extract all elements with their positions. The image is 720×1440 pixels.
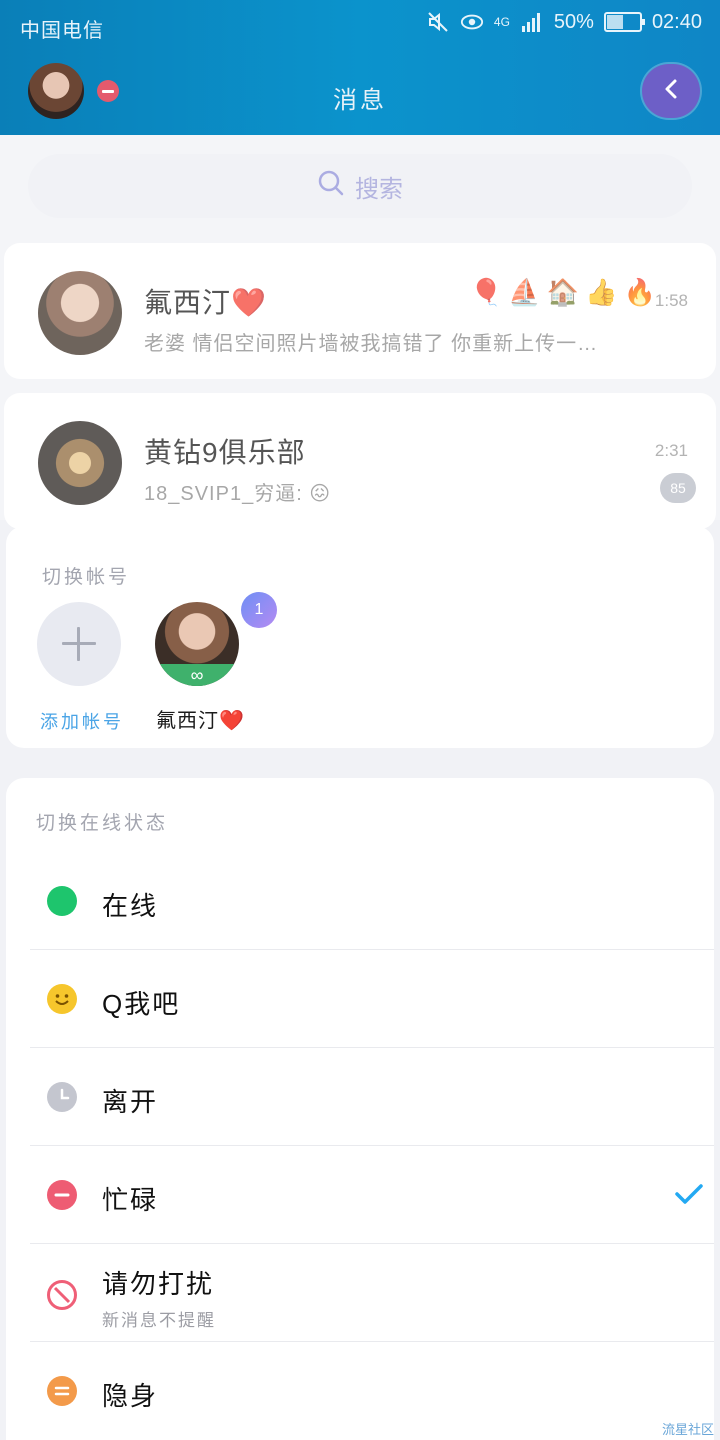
- status-option-label: 忙碌: [102, 1185, 159, 1215]
- account-name[interactable]: 氟西汀❤️: [156, 704, 245, 733]
- status-option-away[interactable]: 离开: [30, 1048, 714, 1146]
- battery-icon: [603, 12, 645, 32]
- clock-time: 02:40: [651, 10, 702, 33]
- infinity-icon: ∞: [155, 664, 239, 686]
- status-option-sublabel: 新消息不提醒: [102, 1311, 216, 1330]
- invisible-icon: [47, 1376, 77, 1406]
- page-title: 消息: [333, 87, 387, 114]
- battery-percent: 50%: [553, 10, 594, 33]
- online-status-panel: 切换在线状态 在线 Q我吧 离开 忙碌 请勿打扰 新消息不提醒 隐身: [6, 778, 714, 1440]
- checkmark-icon: [674, 1182, 704, 1206]
- chevron-left-icon: [661, 77, 681, 106]
- watermark: 流星社区: [661, 1422, 714, 1437]
- status-option-online[interactable]: 在线: [30, 852, 714, 950]
- online-status-title: 切换在线状态: [36, 813, 169, 834]
- switch-account-panel: 切换帐号 添加帐号 ∞ 1 氟西汀❤️: [6, 526, 714, 748]
- busy-minus-icon: [47, 1180, 77, 1210]
- back-button[interactable]: [642, 64, 700, 118]
- signal-icon: [520, 10, 544, 34]
- battery-level-fill: [606, 15, 623, 29]
- status-option-do-not-disturb[interactable]: 请勿打扰 新消息不提醒: [30, 1244, 714, 1342]
- eye-icon: [460, 10, 484, 34]
- status-option-q-me[interactable]: Q我吧: [30, 950, 714, 1048]
- switch-account-title: 切换帐号: [42, 567, 131, 588]
- clock-icon: [47, 1082, 77, 1112]
- account-avatar[interactable]: ∞: [155, 602, 239, 686]
- status-option-label: 隐身: [102, 1381, 159, 1411]
- status-option-label: Q我吧: [102, 989, 181, 1019]
- app-header: 中国电信 4G 50% 02:40 消息: [0, 0, 720, 135]
- status-option-label: 在线: [102, 891, 159, 921]
- online-dot-icon: [47, 886, 77, 916]
- do-not-disturb-icon: [47, 1280, 77, 1310]
- status-option-label: 离开: [102, 1087, 159, 1117]
- carrier-label: 中国电信: [20, 20, 104, 42]
- add-account-label[interactable]: 添加帐号: [40, 708, 124, 734]
- status-option-invisible[interactable]: 隐身: [30, 1342, 714, 1440]
- status-bar: 中国电信 4G 50% 02:40: [0, 0, 720, 52]
- status-option-label: 请勿打扰: [102, 1269, 215, 1299]
- mute-icon: [426, 10, 450, 34]
- network-label: 4G: [493, 15, 510, 29]
- status-option-busy[interactable]: 忙碌: [30, 1146, 714, 1244]
- smiley-icon: [47, 984, 77, 1014]
- overlay-scrim[interactable]: [0, 135, 720, 520]
- status-indicators: 4G 50% 02:40: [426, 10, 702, 34]
- add-account-button[interactable]: [37, 602, 121, 686]
- current-account-badge: 1: [241, 592, 277, 628]
